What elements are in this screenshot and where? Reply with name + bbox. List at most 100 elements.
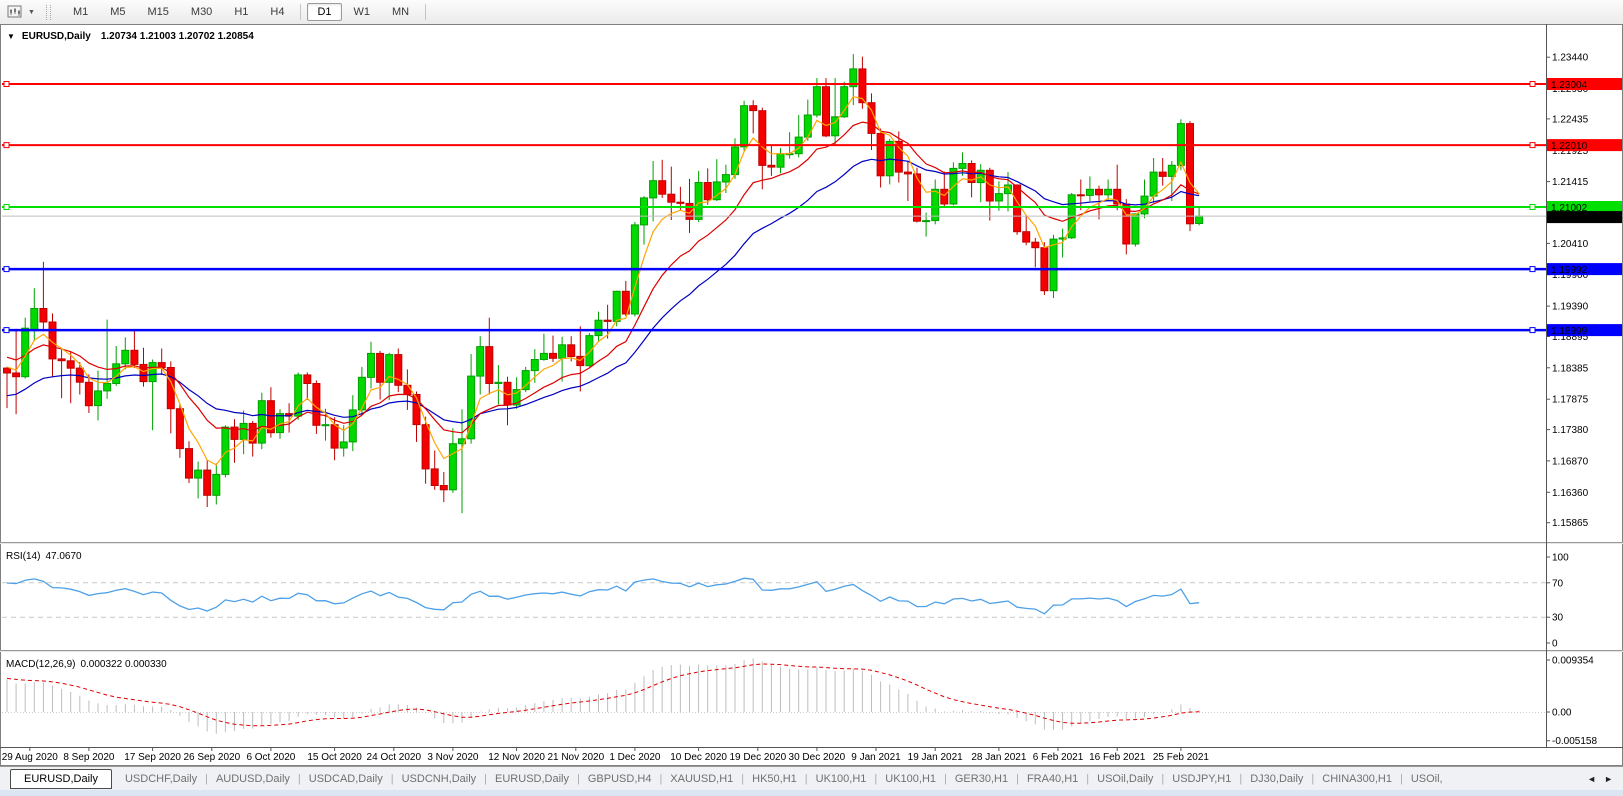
price-tick-label: 1.20410 — [1552, 239, 1589, 250]
price-tick-label: 1.18385 — [1552, 363, 1589, 374]
date-tick-label: 21 Nov 2020 — [547, 752, 604, 763]
chart-tab-usoil[interactable]: USOil, — [1403, 770, 1451, 788]
chart-tab-fra40-h1[interactable]: FRA40,H1 — [1019, 770, 1086, 788]
price-tick-label: 1.21415 — [1552, 177, 1589, 188]
date-tick-label: 12 Nov 2020 — [488, 752, 545, 763]
hline-handle[interactable] — [3, 142, 10, 149]
timeframe-mn-button[interactable]: MN — [382, 3, 419, 21]
rsi-tick-label: 100 — [1552, 553, 1569, 564]
macd-tick-label: 0.009354 — [1552, 656, 1594, 667]
date-tick-label: 25 Feb 2021 — [1153, 752, 1210, 763]
macd-tick-label: -0.005158 — [1552, 736, 1597, 747]
timeframe-m1-button[interactable]: M1 — [63, 3, 98, 21]
mt4-window: ▼ M1 M5 M15 M30 H1 H4 D1 W1 MN ▼ EURUSD,Daily 1.20… — [0, 0, 1623, 796]
timeframe-h1-button[interactable]: H1 — [224, 3, 258, 21]
date-tick-label: 10 Dec 2020 — [670, 752, 727, 763]
hline-price-tag-label: 1.19992 — [1551, 265, 1588, 276]
chart-type-icon[interactable] — [5, 3, 25, 21]
chart-tab-eurusd-daily[interactable]: EURUSD,Daily — [487, 770, 577, 788]
timeframe-d1-button[interactable]: D1 — [307, 3, 342, 21]
chart-tab-eurusd-daily[interactable]: EURUSD,Daily — [10, 769, 112, 789]
chart-tab-dj30-daily[interactable]: DJ30,Daily — [1242, 770, 1311, 788]
date-tick-label: 29 Aug 2020 — [2, 752, 59, 763]
macd-tick-label: 0.00 — [1552, 708, 1572, 719]
date-tick-label: 26 Sep 2020 — [183, 752, 240, 763]
hline-handle[interactable] — [3, 81, 10, 87]
hline-handle[interactable] — [1529, 327, 1536, 334]
status-strip — [0, 790, 1623, 796]
rsi-tick-label: 30 — [1552, 613, 1564, 624]
macd-label: MACD(12,26,9) 0.000322 0.000330 — [6, 659, 167, 670]
chart-tab-hk50-h1[interactable]: HK50,H1 — [744, 770, 805, 788]
timeframe-m5-button[interactable]: M5 — [100, 3, 135, 21]
chart-tab-usoil-daily[interactable]: USOil,Daily — [1089, 770, 1161, 788]
chart-tab-audusd-daily[interactable]: AUDUSD,Daily — [208, 770, 298, 788]
rsi-tick-label: 0 — [1552, 639, 1558, 650]
chart-tab-usdjpy-h1[interactable]: USDJPY,H1 — [1164, 770, 1239, 788]
chart-tab-uk100-h1[interactable]: UK100,H1 — [877, 770, 944, 788]
date-tick-label: 19 Jan 2021 — [908, 752, 963, 763]
date-tick-label: 1 Dec 2020 — [609, 752, 661, 763]
timeframe-w1-button[interactable]: W1 — [344, 3, 381, 21]
chart-area[interactable]: ▼ EURUSD,Daily 1.20734 1.21003 1.20702 1.2… — [0, 24, 1623, 766]
tab-scroll-right-icon[interactable]: ► — [1604, 774, 1613, 784]
date-tick-label: 16 Feb 2021 — [1089, 752, 1146, 763]
price-tick-label: 1.19390 — [1552, 302, 1589, 313]
timeframe-buttons: M1 M5 M15 M30 H1 H4 D1 W1 MN — [62, 3, 431, 21]
date-tick-label: 9 Jan 2021 — [851, 752, 901, 763]
date-tick-label: 15 Oct 2020 — [307, 752, 362, 763]
chart-tab-usdchf-daily[interactable]: USDCHF,Daily — [117, 770, 205, 788]
hline-price-tag-label: 1.18999 — [1551, 326, 1588, 337]
hline-handle[interactable] — [3, 204, 10, 210]
hline-handle[interactable] — [1529, 81, 1536, 87]
chart-symbol-label: EURUSD,Daily — [22, 31, 91, 42]
symbol-tabs: EURUSD,Daily USDCHF,Daily | AUDUSD,Daily | US… — [10, 769, 1451, 789]
hline-handle[interactable] — [3, 266, 10, 273]
date-tick-label: 8 Sep 2020 — [63, 752, 115, 763]
price-tick-label: 1.16870 — [1552, 456, 1589, 467]
macd-current-values: 0.000322 0.000330 — [80, 659, 167, 670]
chart-ohlc-values: 1.20734 1.21003 1.20702 1.20854 — [101, 31, 254, 42]
chart-tab-uk100-h1[interactable]: UK100,H1 — [808, 770, 875, 788]
chart-tab-china300-h1[interactable]: CHINA300,H1 — [1314, 770, 1400, 788]
toolbar-separator — [300, 4, 302, 20]
timeframe-h4-button[interactable]: H4 — [260, 3, 294, 21]
chart-tab-ger30-h1[interactable]: GER30,H1 — [947, 770, 1016, 788]
date-tick-label: 19 Dec 2020 — [729, 752, 786, 763]
hline-price-tag-label: 1.22010 — [1551, 141, 1588, 152]
chart-tab-usdcad-daily[interactable]: USDCAD,Daily — [301, 770, 391, 788]
hline-handle[interactable] — [1529, 142, 1536, 149]
price-tick-label: 1.17380 — [1552, 425, 1589, 436]
toolbar: ▼ M1 M5 M15 M30 H1 H4 D1 W1 MN — [0, 0, 1623, 24]
hline-handle[interactable] — [1529, 266, 1536, 273]
date-tick-label: 17 Sep 2020 — [124, 752, 181, 763]
hline-handle[interactable] — [1529, 204, 1536, 210]
chart-menu-icon: ▼ — [7, 32, 15, 41]
timeframe-m30-button[interactable]: M30 — [181, 3, 222, 21]
date-tick-label: 30 Dec 2020 — [789, 752, 846, 763]
date-tick-label: 6 Oct 2020 — [246, 752, 295, 763]
date-tick-label: 28 Jan 2021 — [971, 752, 1026, 763]
chart-window-title: ▼ EURUSD,Daily 1.20734 1.21003 1.20702 1.2… — [7, 31, 254, 42]
rsi-tick-label: 70 — [1552, 578, 1564, 589]
chart-tab-usdcnh-daily[interactable]: USDCNH,Daily — [394, 770, 485, 788]
date-tick-label: 6 Feb 2021 — [1033, 752, 1084, 763]
price-tick-label: 1.23440 — [1552, 53, 1589, 64]
price-tick-label: 1.22435 — [1552, 114, 1589, 125]
tab-scroll-left-icon[interactable]: ◄ — [1587, 774, 1596, 784]
hline-price-tag-label: 1.23004 — [1551, 80, 1588, 91]
hline-handle[interactable] — [3, 327, 10, 334]
date-tick-label: 3 Nov 2020 — [427, 752, 479, 763]
timeframe-m15-button[interactable]: M15 — [138, 3, 179, 21]
toolbar-grip[interactable] — [45, 4, 51, 20]
toolbar-separator — [425, 4, 427, 20]
rsi-current-value: 47.0670 — [45, 551, 82, 562]
date-tick-label: 24 Oct 2020 — [367, 752, 422, 763]
chart-type-dropdown-icon[interactable]: ▼ — [27, 9, 40, 16]
symbol-tabbar: EURUSD,Daily USDCHF,Daily | AUDUSD,Daily | US… — [0, 766, 1623, 796]
price-tick-label: 1.16360 — [1552, 488, 1589, 499]
price-tick-label: 1.17875 — [1552, 395, 1589, 406]
bid-price-tag-label: 1.20854 — [1551, 213, 1588, 224]
chart-tab-xauusd-h1[interactable]: XAUUSD,H1 — [662, 770, 741, 788]
chart-tab-gbpusd-h4[interactable]: GBPUSD,H4 — [580, 770, 660, 788]
